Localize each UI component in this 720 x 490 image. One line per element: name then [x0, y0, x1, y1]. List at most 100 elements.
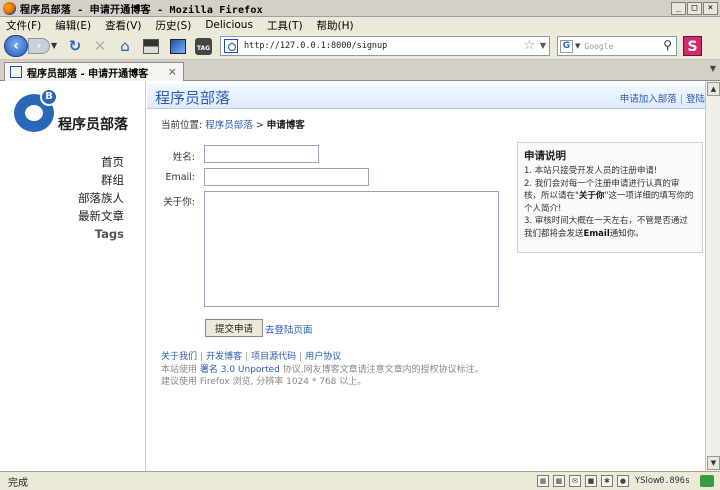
- header-login-link[interactable]: 登陆: [686, 94, 705, 105]
- tab-signup[interactable]: 程序员部落 - 申请开通博客 ×: [4, 62, 184, 81]
- search-engine-dropdown-icon[interactable]: ▼: [575, 42, 580, 50]
- address-bar[interactable]: http://127.0.0.1:8000/signup ☆ ▼: [220, 36, 550, 56]
- footer-link-terms[interactable]: 用户协议: [305, 352, 341, 362]
- url-text[interactable]: http://127.0.0.1:8000/signup: [244, 41, 387, 51]
- breadcrumb-current: 申请博客: [266, 120, 305, 131]
- breadcrumb-home-link[interactable]: 程序员部落: [205, 120, 253, 131]
- page-viewport: B 程序员部落 首页 群组 部落族人 最新文章 Tags 程序员部落 申请加入部…: [0, 81, 705, 471]
- status-mail-icon[interactable]: ✉: [568, 475, 581, 487]
- menu-bar: 文件(F) 编辑(E) 查看(V) 历史(S) Delicious 工具(T) …: [0, 17, 720, 33]
- forward-button[interactable]: ›: [28, 38, 50, 54]
- email-label: Email:: [165, 172, 195, 183]
- header-separator: |: [679, 94, 683, 105]
- site-favicon-icon: [224, 39, 238, 53]
- license-link[interactable]: 署名 3.0 Unported: [200, 365, 280, 375]
- bookmark-star-icon[interactable]: ☆: [523, 38, 535, 53]
- firebug-icon[interactable]: ✱: [600, 475, 613, 487]
- status-layout-icon[interactable]: ▩: [552, 475, 565, 487]
- yslow-icon[interactable]: ●: [616, 475, 629, 487]
- tab-label: 程序员部落 - 申请开通博客: [27, 68, 149, 80]
- home-icon[interactable]: ⌂: [116, 37, 134, 55]
- about-label: 关于你:: [163, 197, 195, 208]
- apply-join-link[interactable]: 申请加入部落: [620, 94, 677, 105]
- scroll-up-icon[interactable]: ▲: [707, 82, 720, 96]
- page-header: 程序员部落 申请加入部落 | 登陆: [147, 84, 705, 109]
- header-links: 申请加入部落 | 登陆: [620, 91, 705, 105]
- window-titlebar: 程序员部落 - 申请开通博客 - Mozilla Firefox _ □ ×: [0, 0, 720, 17]
- notice-item-1: 1. 本站只接受开发人员的注册申请!: [524, 166, 658, 176]
- sidebar-item-members[interactable]: 部落族人: [78, 189, 124, 207]
- tab-list-dropdown-icon[interactable]: ▼: [710, 64, 716, 73]
- status-bar: 完成 ▦ ▩ ✉ ■ ✱ ● YSlow 0.896s: [0, 471, 720, 490]
- sidebar-item-latest-articles[interactable]: 最新文章: [78, 207, 124, 225]
- about-textarea[interactable]: [204, 191, 499, 307]
- status-grid-icon[interactable]: ▦: [536, 475, 549, 487]
- notice-item-2: 2. 我们会对每一个注册申请进行认真的审核，所以请在"关于你"这一项详细的填写你…: [524, 178, 694, 214]
- close-window-button[interactable]: ×: [703, 2, 718, 15]
- url-dropdown-icon[interactable]: ▼: [540, 41, 546, 50]
- notice-item-3: 3. 审核时间大概在一天左右，不管是否通过我们都将会发送Email通知你。: [524, 216, 688, 239]
- menu-tools[interactable]: 工具(T): [267, 18, 303, 33]
- footer-link-about[interactable]: 关于我们: [161, 352, 197, 362]
- breadcrumb: 当前位置: 程序员部落 > 申请博客: [161, 117, 305, 131]
- site-logo[interactable]: B 程序员部落: [14, 86, 144, 136]
- menu-delicious[interactable]: Delicious: [205, 19, 253, 31]
- menu-history[interactable]: 历史(S): [155, 18, 191, 33]
- footer-link-dev-blog[interactable]: 开发博客: [206, 352, 242, 362]
- sidebar: B 程序员部落 首页 群组 部落族人 最新文章 Tags: [0, 81, 146, 471]
- sidebar-nav: 首页 群组 部落族人 最新文章 Tags: [78, 153, 124, 243]
- footer-links: 关于我们 | 开发博客 | 项目源代码 | 用户协议: [161, 352, 342, 362]
- submit-application-button[interactable]: 提交申请: [205, 319, 263, 337]
- scroll-down-icon[interactable]: ▼: [707, 456, 720, 470]
- history-dropdown-icon[interactable]: ▼: [51, 41, 57, 50]
- name-input[interactable]: [204, 145, 319, 163]
- window-controls: _ □ ×: [671, 2, 718, 15]
- menu-help[interactable]: 帮助(H): [317, 18, 354, 33]
- load-time: 0.896s: [659, 476, 690, 486]
- status-icons: ▦ ▩ ✉ ■ ✱ ● YSlow: [536, 475, 660, 487]
- vertical-scrollbar[interactable]: ▲ ▼: [705, 81, 720, 471]
- status-addon-icon[interactable]: ■: [584, 475, 597, 487]
- page-footer: 关于我们 | 开发博客 | 项目源代码 | 用户协议 本站使用 署名 3.0 Unporte…: [161, 351, 484, 389]
- menu-edit[interactable]: 编辑(E): [55, 18, 91, 33]
- email-input[interactable]: [204, 168, 369, 186]
- go-login-link[interactable]: 去登陆页面: [265, 322, 313, 336]
- tab-bar: 程序员部落 - 申请开通博客 × ▼: [0, 60, 720, 81]
- status-ok-icon: [700, 475, 714, 487]
- footer-browser-note: 建议使用 Firefox 浏览, 分辨率 1024 * 768 以上。: [161, 377, 367, 387]
- tab-close-icon[interactable]: ×: [168, 65, 177, 78]
- breadcrumb-prefix: 当前位置:: [161, 120, 203, 131]
- back-button[interactable]: ‹: [4, 35, 28, 57]
- signup-notice-box: 申请说明 1. 本站只接受开发人员的注册申请! 2. 我们会对每一个注册申请进行…: [517, 142, 703, 253]
- menu-file[interactable]: 文件(F): [6, 18, 41, 33]
- window-title: 程序员部落 - 申请开通博客 - Mozilla Firefox: [20, 4, 263, 16]
- logo-badge: B: [40, 88, 58, 106]
- search-bar[interactable]: G ▼ Google ⚲: [557, 36, 677, 56]
- page-title: 程序员部落: [155, 89, 231, 107]
- main-content: 程序员部落 申请加入部落 | 登陆 当前位置: 程序员部落 > 申请博客 姓名: E…: [147, 81, 705, 471]
- bookmark-extension-icon[interactable]: [170, 39, 186, 54]
- menu-view[interactable]: 查看(V): [105, 18, 141, 33]
- footer-link-source[interactable]: 项目源代码: [251, 352, 296, 362]
- stop-icon[interactable]: ✕: [91, 37, 109, 55]
- firefox-icon: [3, 1, 16, 15]
- name-label: 姓名:: [172, 152, 195, 163]
- search-icon[interactable]: ⚲: [663, 38, 672, 52]
- extension-icon[interactable]: [143, 39, 159, 54]
- minimize-button[interactable]: _: [671, 2, 686, 15]
- sidebar-item-home[interactable]: 首页: [78, 153, 124, 171]
- logo-text: 程序员部落: [58, 117, 128, 133]
- sidebar-item-groups[interactable]: 群组: [78, 171, 124, 189]
- google-icon[interactable]: G: [560, 39, 573, 53]
- sidebar-item-tags[interactable]: Tags: [78, 225, 124, 243]
- yslow-label[interactable]: YSlow: [635, 476, 660, 486]
- logo-mark: B: [14, 88, 60, 132]
- search-input[interactable]: Google: [584, 42, 613, 51]
- maximize-button[interactable]: □: [687, 2, 702, 15]
- reload-icon[interactable]: ↻: [66, 37, 84, 55]
- delicious-tag-icon[interactable]: TAG: [195, 38, 212, 55]
- breadcrumb-arrow: >: [255, 120, 264, 131]
- tab-favicon-icon: [10, 66, 22, 78]
- s-extension-icon[interactable]: S: [683, 36, 702, 56]
- footer-license-line: 本站使用 署名 3.0 Unported 协议,网友博客文章请注意文章内的授权协…: [161, 364, 484, 375]
